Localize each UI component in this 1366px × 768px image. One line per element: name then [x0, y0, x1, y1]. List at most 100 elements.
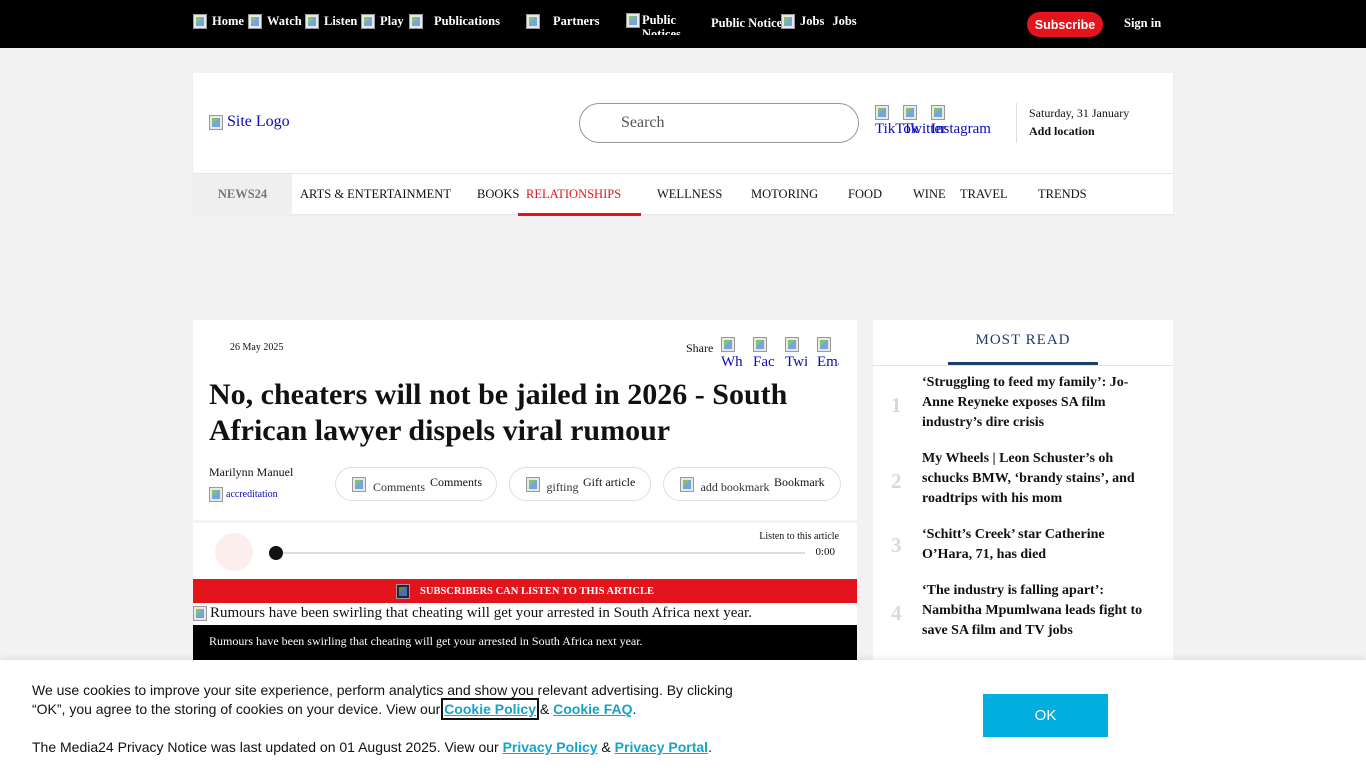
nav-home[interactable]: Home	[193, 12, 244, 30]
share-whatsapp-alt: Wh	[721, 354, 743, 370]
current-date: Saturday, 31 January	[1029, 106, 1130, 120]
nav-listen[interactable]: Listen	[305, 12, 357, 30]
email-icon	[817, 337, 831, 352]
privacy-policy-link[interactable]: Privacy Policy	[503, 739, 598, 755]
nav-public-notices-label: Public Notices	[711, 16, 788, 30]
social-instagram[interactable]: Instagram	[931, 105, 991, 137]
cookie-policy-link[interactable]: Cookie Policy	[441, 698, 539, 720]
subscribers-listen-banner[interactable]: SUBSCRIBERS CAN LISTEN TO THIS ARTICLE	[193, 579, 857, 603]
social-instagram-alt: Instagram	[931, 121, 991, 137]
nav-watch[interactable]: Watch	[248, 12, 302, 30]
cat-news24[interactable]: NEWS24	[193, 174, 292, 215]
subscribe-button[interactable]: Subscribe	[1027, 12, 1103, 37]
subscribers-listen-text: SUBSCRIBERS CAN LISTEN TO THIS ARTICLE	[420, 585, 654, 597]
cat-relationships[interactable]: RELATIONSHIPS	[518, 174, 641, 216]
public-notices-icon	[626, 13, 640, 28]
comments-icon-alt: Comments	[372, 480, 425, 494]
comments-label: Comments	[430, 474, 483, 489]
bookmark-icon	[680, 476, 694, 492]
bookmark-label: Bookmark	[774, 474, 825, 489]
gift-article-label: Gift article	[583, 474, 636, 489]
publications-icon	[409, 13, 423, 29]
privacy-notice-body: The Media24 Privacy Notice was last upda…	[32, 739, 503, 755]
play-icon	[361, 13, 375, 29]
gift-icon	[526, 476, 540, 492]
nav-home-label: Home	[212, 14, 244, 28]
audio-progress-track[interactable]	[273, 552, 805, 554]
jobs-icon	[781, 13, 795, 29]
listen-label: Listen to this article	[759, 531, 839, 542]
cookie-notice-text: We use cookies to improve your site expe…	[32, 681, 762, 720]
cat-wellness[interactable]: WELLNESS	[657, 174, 722, 215]
header-divider	[1016, 103, 1017, 143]
share-email[interactable]: Ema	[817, 337, 839, 369]
whatsapp-icon	[721, 337, 735, 352]
bookmark-button[interactable]: add bookmark Bookmark	[663, 467, 841, 501]
share-label: Share	[686, 341, 714, 355]
article-headline: No, cheaters will not be jailed in 2026 …	[209, 378, 788, 447]
hero-image-icon	[193, 606, 207, 621]
site-logo[interactable]: Site Logo	[209, 113, 290, 131]
privacy-amp: &	[597, 739, 615, 755]
nav-jobs-label: Jobs	[832, 14, 857, 28]
most-read-rank: 2	[891, 469, 902, 493]
article-author[interactable]: Marilynn Manuel	[209, 465, 293, 480]
add-location-link[interactable]: Add location	[1029, 124, 1095, 139]
privacy-portal-link[interactable]: Privacy Portal	[615, 739, 708, 755]
most-read-headline: ‘The industry is falling apart’: Nambith…	[922, 583, 1143, 638]
nav-play-label: Play	[380, 14, 404, 28]
twitter-icon	[903, 105, 917, 120]
hero-image: Rumours have been swirling that cheating…	[193, 605, 752, 622]
cat-trends[interactable]: TRENDS	[1038, 174, 1087, 215]
cookie-faq-link[interactable]: Cookie FAQ	[553, 701, 632, 717]
nav-publications-label: Publications	[434, 14, 500, 28]
audio-player: Listen to this article 0:00	[193, 520, 857, 579]
nav-publications[interactable]: Publications	[409, 12, 500, 30]
site-header: Site Logo TikTok Twitter Instagram Satur…	[193, 73, 1173, 216]
share-twitter-alt: Twi	[785, 354, 807, 370]
cat-arts-entertainment[interactable]: ARTS & ENTERTAINMENT	[300, 174, 451, 215]
share-twitter[interactable]: Twi	[785, 337, 807, 369]
nav-partners[interactable]: Partners	[526, 12, 600, 30]
site-logo-alt: Site Logo	[227, 113, 290, 130]
cat-travel[interactable]: TRAVEL	[960, 174, 1008, 215]
watch-icon	[248, 13, 262, 29]
share-facebook[interactable]: Fac	[753, 337, 775, 369]
nav-public-notices[interactable]: Public Notices Public Notices	[626, 13, 787, 35]
share-email-alt: Ema	[817, 354, 839, 370]
cookie-amp: &	[536, 701, 554, 717]
cat-books[interactable]: BOOKS	[477, 174, 519, 215]
gift-article-button[interactable]: gifting Gift article	[509, 467, 651, 501]
most-read-rank: 1	[891, 393, 902, 417]
nav-watch-label: Watch	[267, 14, 302, 28]
bookmark-icon-alt: add bookmark	[700, 480, 770, 494]
nav-play[interactable]: Play	[361, 12, 404, 30]
nav-jobs[interactable]: Jobs Jobs	[781, 12, 857, 30]
headphones-icon	[396, 583, 411, 599]
audio-time: 0:00	[815, 546, 835, 558]
listen-icon	[305, 13, 319, 29]
most-read-rank: 4	[891, 601, 902, 625]
image-caption: Rumours have been swirling that cheating…	[193, 625, 857, 660]
tiktok-icon	[875, 105, 889, 120]
nav-partners-label: Partners	[553, 14, 600, 28]
share-facebook-alt: Fac	[753, 354, 775, 370]
gift-icon-alt: gifting	[546, 480, 579, 494]
instagram-icon	[931, 105, 945, 120]
most-read-rank: 3	[891, 533, 902, 557]
share-whatsapp[interactable]: Wh	[721, 337, 743, 369]
search-input[interactable]	[579, 103, 859, 143]
publish-date: 26 May 2025	[230, 342, 284, 353]
sign-in-link[interactable]: Sign in	[1124, 16, 1161, 31]
most-read-title[interactable]: MOST READ	[948, 320, 1098, 365]
comments-button[interactable]: Comments Comments	[335, 467, 497, 501]
nav-listen-label: Listen	[324, 14, 358, 28]
audio-play-button[interactable]	[215, 533, 253, 571]
article: 26 May 2025 Share Wh Fac Twi Ema No, che…	[193, 320, 857, 660]
category-nav: NEWS24 ARTS & ENTERTAINMENT BOOKS RELATI…	[193, 173, 1173, 216]
cat-motoring[interactable]: MOTORING	[751, 174, 818, 215]
cookie-ok-button[interactable]: OK	[983, 694, 1108, 737]
audio-progress-handle[interactable]	[269, 546, 283, 560]
cat-wine[interactable]: WINE	[913, 174, 946, 215]
cat-food[interactable]: FOOD	[848, 174, 882, 215]
